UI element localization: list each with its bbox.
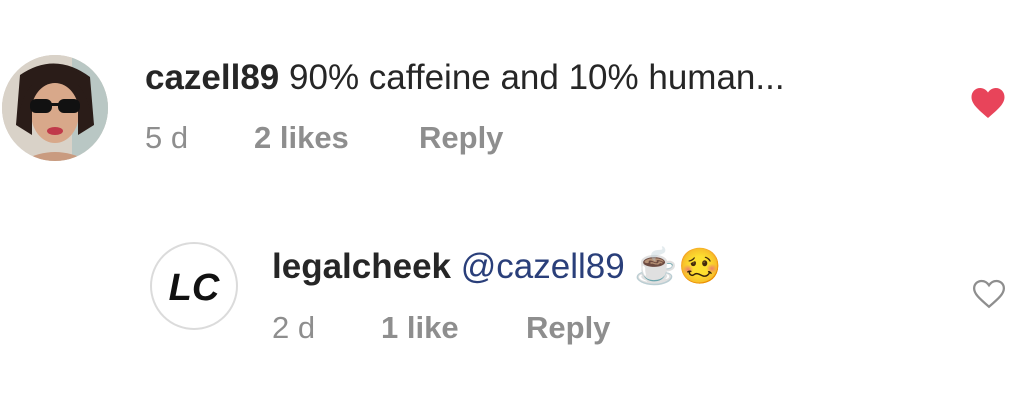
comment-meta: 5 d 2 likes Reply bbox=[145, 120, 645, 160]
likes-count-button[interactable]: 1 like bbox=[381, 310, 459, 346]
like-button[interactable] bbox=[970, 86, 1006, 125]
comment-timestamp: 5 d bbox=[145, 120, 189, 155]
avatar[interactable] bbox=[2, 55, 108, 161]
comment-text-line: cazell89 90% caffeine and 10% human... bbox=[145, 58, 785, 98]
reply-comment-item: LC legalcheek @cazell89 ☕🥴 2 d 1 like Re… bbox=[0, 190, 1024, 400]
comment-timestamp: 2 d bbox=[272, 310, 316, 345]
lc-logo-icon: LC bbox=[169, 267, 220, 309]
heart-outline-icon bbox=[972, 279, 1006, 309]
comment-username[interactable]: legalcheek bbox=[272, 247, 451, 286]
comment-item: cazell89 90% caffeine and 10% human... 5… bbox=[0, 0, 1024, 190]
comment-meta: 2 d 1 like Reply bbox=[272, 310, 772, 350]
comment-text: 90% caffeine and 10% human... bbox=[289, 58, 785, 97]
like-button[interactable] bbox=[972, 278, 1006, 315]
comment-text-line: legalcheek @cazell89 ☕🥴 bbox=[272, 246, 722, 287]
avatar[interactable]: LC bbox=[150, 242, 238, 330]
lc-logo-text: LC bbox=[169, 267, 220, 309]
heart-filled-icon bbox=[971, 88, 1005, 118]
likes-count-button[interactable]: 2 likes bbox=[254, 120, 349, 156]
reply-button[interactable]: Reply bbox=[526, 310, 610, 346]
comment-username[interactable]: cazell89 bbox=[145, 58, 279, 97]
reply-button[interactable]: Reply bbox=[419, 120, 503, 156]
emoji-text: ☕🥴 bbox=[634, 247, 722, 286]
profile-photo bbox=[2, 55, 108, 161]
mention-link[interactable]: @cazell89 bbox=[461, 247, 625, 286]
